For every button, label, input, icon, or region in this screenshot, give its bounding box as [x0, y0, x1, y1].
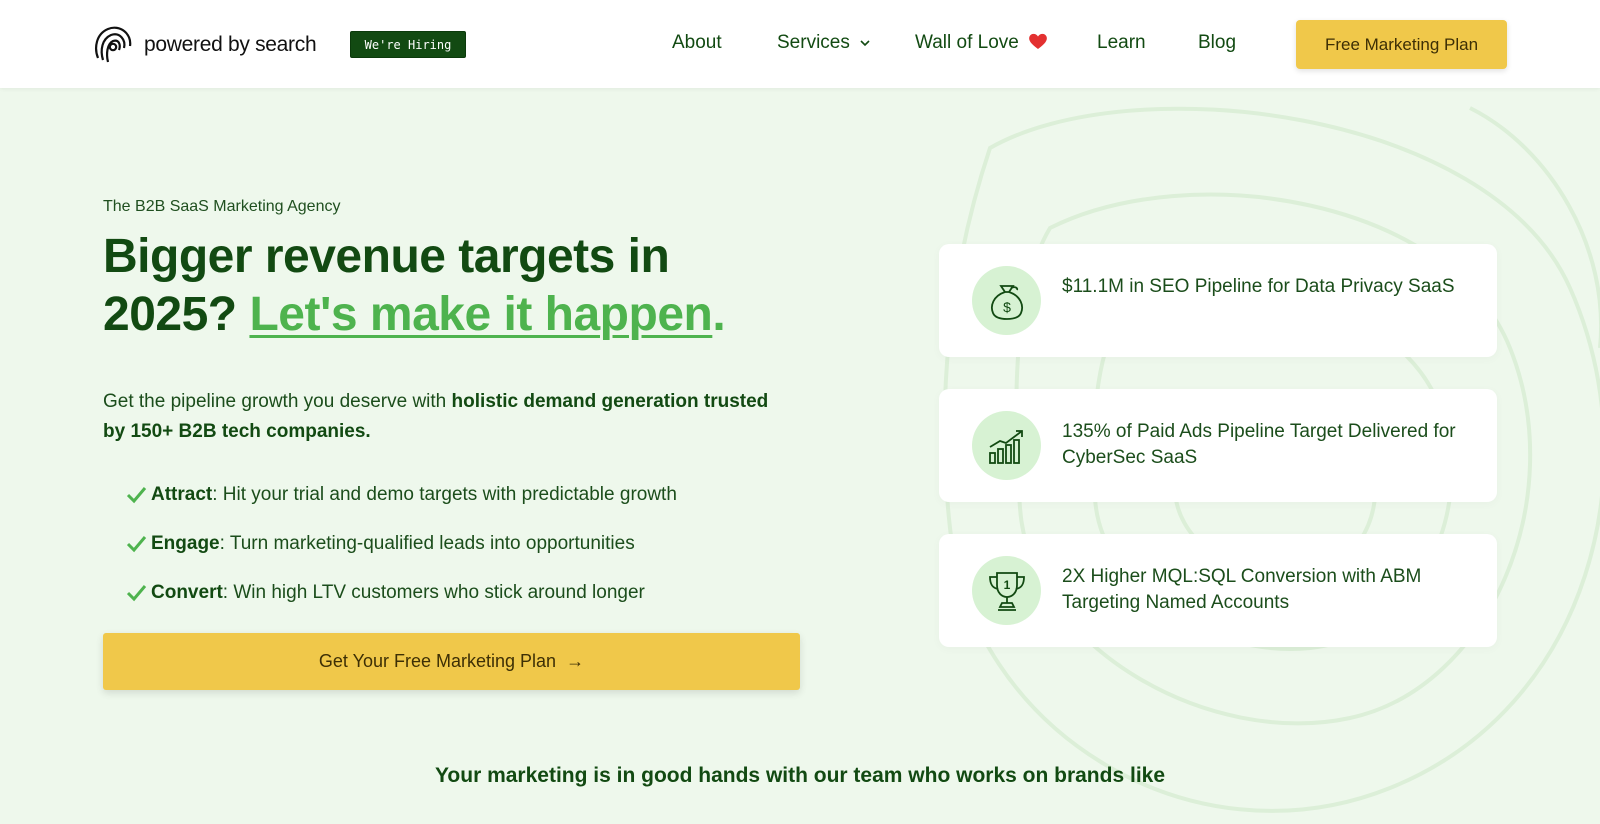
checkmark-icon — [126, 535, 147, 552]
heart-icon — [1029, 33, 1048, 49]
nav-about[interactable]: About — [672, 32, 722, 54]
brands-tagline: Your marketing is in good hands with our… — [434, 764, 1166, 787]
nav-wall-of-love-label: Wall of Love — [915, 32, 1019, 53]
free-marketing-plan-button[interactable]: Free Marketing Plan — [1296, 20, 1507, 69]
cta-label: Get Your Free Marketing Plan — [318, 651, 557, 671]
benefit-title: Attract — [151, 483, 213, 505]
trophy-icon: 1 — [972, 556, 1041, 625]
result-card-paid-ads: 135% of Paid Ads Pipeline Target Deliver… — [939, 389, 1497, 502]
hiring-badge[interactable]: We're Hiring — [350, 31, 466, 58]
benefit-convert: Convert : Win high LTV customers who sti… — [125, 568, 677, 617]
get-free-marketing-plan-button[interactable]: Get Your Free Marketing Plan → — [103, 633, 800, 690]
logo[interactable]: powered by search — [92, 24, 317, 66]
hero-lead: Get the pipeline growth you deserve with… — [103, 387, 783, 447]
arrow-right-icon: → — [566, 651, 585, 671]
result-card-seo: $ $11.1M in SEO Pipeline for Data Privac… — [939, 244, 1497, 357]
fingerprint-logo-icon — [95, 26, 132, 63]
headline-highlight-link[interactable]: Let's make it happen — [249, 288, 712, 341]
svg-text:$: $ — [1003, 299, 1011, 315]
benefit-attract: Attract : Hit your trial and demo target… — [125, 470, 677, 519]
growth-chart-icon — [972, 411, 1041, 480]
benefit-text: : Turn marketing-qualified leads into op… — [219, 532, 635, 554]
benefit-engage: Engage : Turn marketing-qualified leads … — [125, 519, 677, 568]
chevron-down-icon — [860, 40, 870, 47]
hero-eyebrow: The B2B SaaS Marketing Agency — [103, 198, 341, 215]
checkmark-icon — [126, 584, 147, 601]
benefit-title: Convert — [151, 581, 223, 603]
svg-text:1: 1 — [1003, 578, 1010, 592]
benefit-title: Engage — [151, 532, 220, 554]
card-text: 2X Higher MQL:SQL Conversion with ABM Ta… — [1062, 566, 1422, 613]
nav-learn[interactable]: Learn — [1097, 32, 1146, 54]
checkmark-icon — [126, 486, 147, 503]
hero-headline: Bigger revenue targets in 2025? Let's ma… — [103, 228, 803, 344]
nav-services[interactable]: Services — [777, 32, 871, 54]
lead-plain: Get the pipeline growth you deserve with — [103, 391, 447, 412]
money-bag-icon: $ — [972, 266, 1041, 335]
benefit-text: : Win high LTV customers who stick aroun… — [222, 581, 645, 603]
card-text: $11.1M in SEO Pipeline for Data Privacy … — [1062, 276, 1455, 297]
logo-text: powered by search — [144, 33, 317, 56]
site-header: powered by search We're Hiring About Ser… — [0, 0, 1600, 88]
benefit-list: Attract : Hit your trial and demo target… — [125, 470, 677, 617]
nav-blog[interactable]: Blog — [1198, 32, 1236, 54]
headline-period: . — [712, 288, 726, 341]
benefit-text: : Hit your trial and demo targets with p… — [212, 483, 677, 505]
nav-services-label: Services — [777, 32, 850, 53]
nav-wall-of-love[interactable]: Wall of Love — [915, 32, 1048, 54]
result-card-abm: 1 2X Higher MQL:SQL Conversion with ABM … — [939, 534, 1497, 647]
card-text: 135% of Paid Ads Pipeline Target Deliver… — [1062, 421, 1456, 468]
